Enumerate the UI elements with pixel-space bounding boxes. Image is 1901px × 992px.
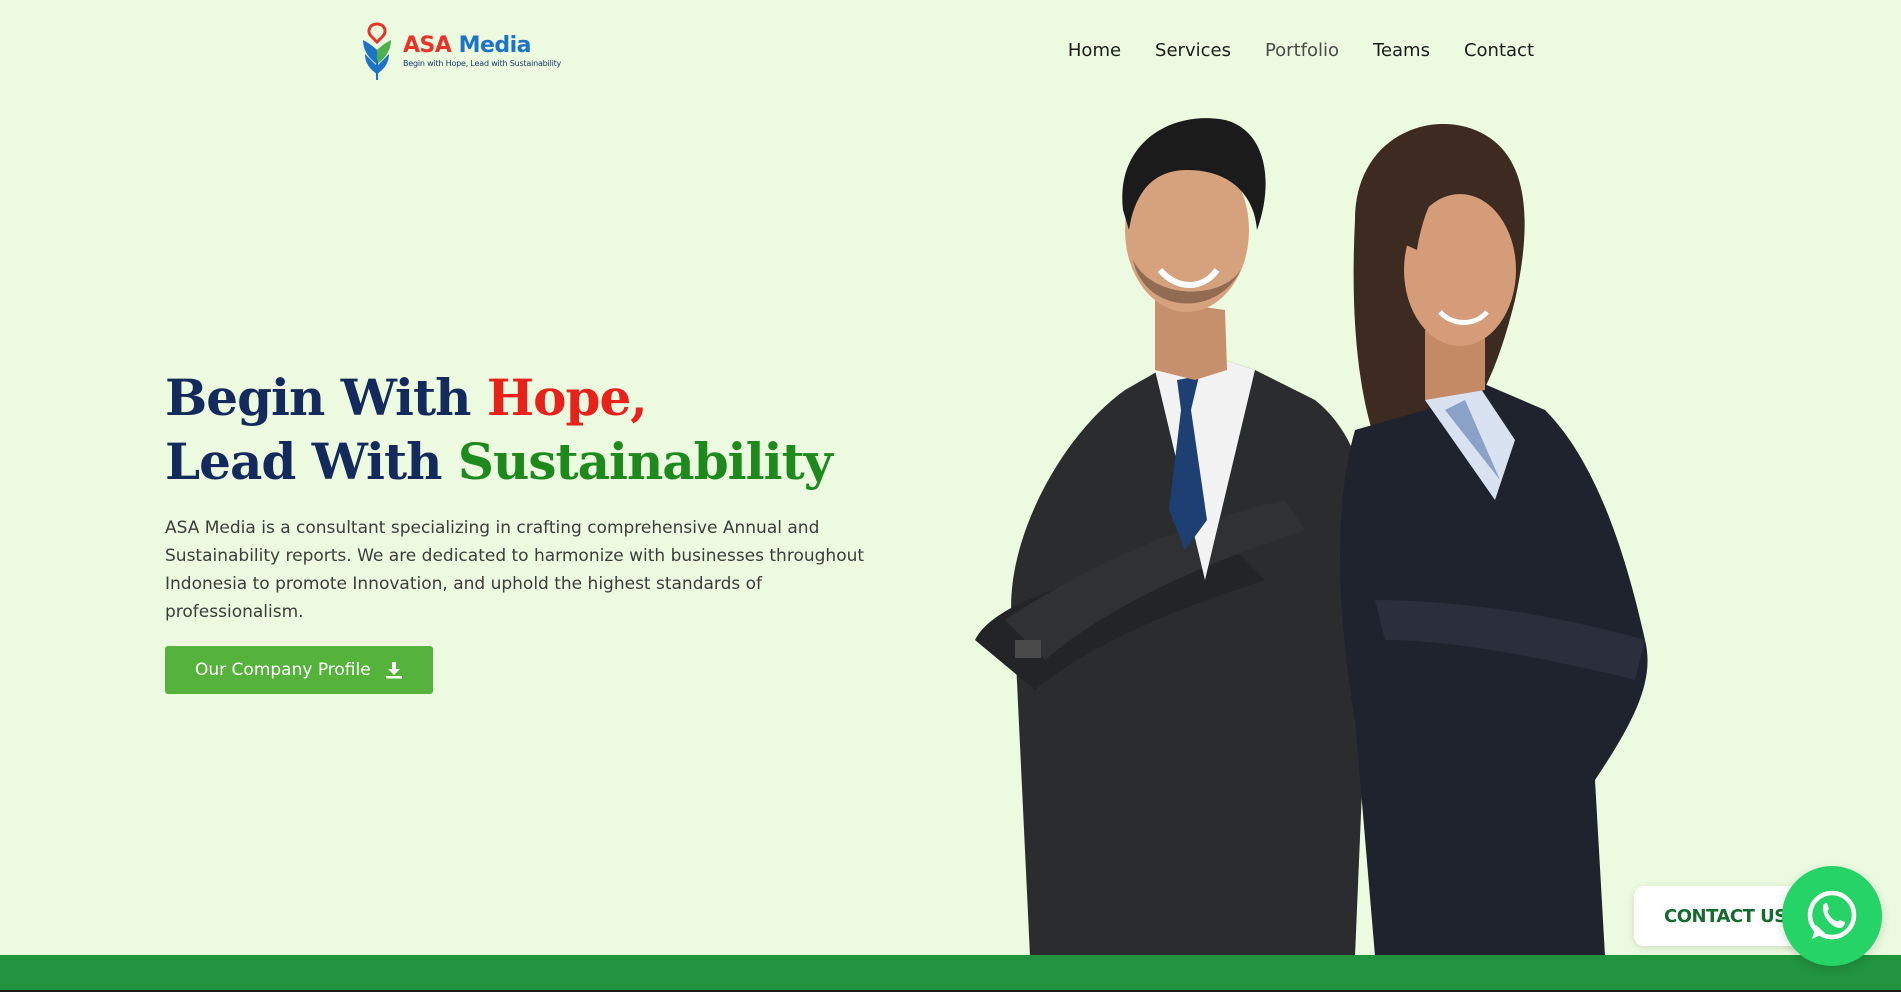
nav-home[interactable]: Home [1068, 40, 1121, 61]
nav-services[interactable]: Services [1155, 40, 1231, 61]
hero-description: ASA Media is a consultant specializing i… [165, 518, 865, 622]
company-profile-button[interactable]: Our Company Profile [165, 646, 433, 694]
logo-name-asa: ASA [403, 33, 452, 58]
logo-tagline: Begin with Hope, Lead with Sustainabilit… [403, 59, 562, 68]
woman-figure [1340, 124, 1648, 956]
contact-us-label: CONTACT US [1664, 905, 1787, 927]
main-nav: Home Services Portfolio Teams Contact [1068, 40, 1534, 61]
whatsapp-icon [1807, 890, 1857, 940]
headline-line1-highlight: Hope, [486, 368, 648, 427]
nav-portfolio[interactable]: Portfolio [1265, 40, 1339, 61]
logo-name: ASA Media [403, 34, 561, 58]
nav-teams[interactable]: Teams [1373, 40, 1430, 61]
company-profile-button-label: Our Company Profile [195, 660, 371, 680]
footer-band [0, 955, 1901, 992]
logo-name-media: Media [458, 33, 532, 58]
download-icon [385, 662, 402, 679]
hero-photo-business-people [975, 118, 1648, 956]
nav-contact[interactable]: Contact [1464, 40, 1534, 61]
headline-line1-prefix: Begin With [165, 368, 487, 427]
headline-line2-prefix: Lead With [165, 432, 458, 491]
man-figure [975, 118, 1372, 956]
hero-headline: Begin With Hope, Lead With Sustainabilit… [165, 366, 905, 494]
whatsapp-button[interactable] [1782, 866, 1882, 966]
leaf-logo-icon [363, 22, 391, 80]
logo[interactable]: ASA Media Begin with Hope, Lead with Sus… [357, 20, 561, 82]
hero-section: Begin With Hope, Lead With Sustainabilit… [165, 366, 905, 694]
headline-line2-highlight: Sustainability [457, 432, 833, 491]
